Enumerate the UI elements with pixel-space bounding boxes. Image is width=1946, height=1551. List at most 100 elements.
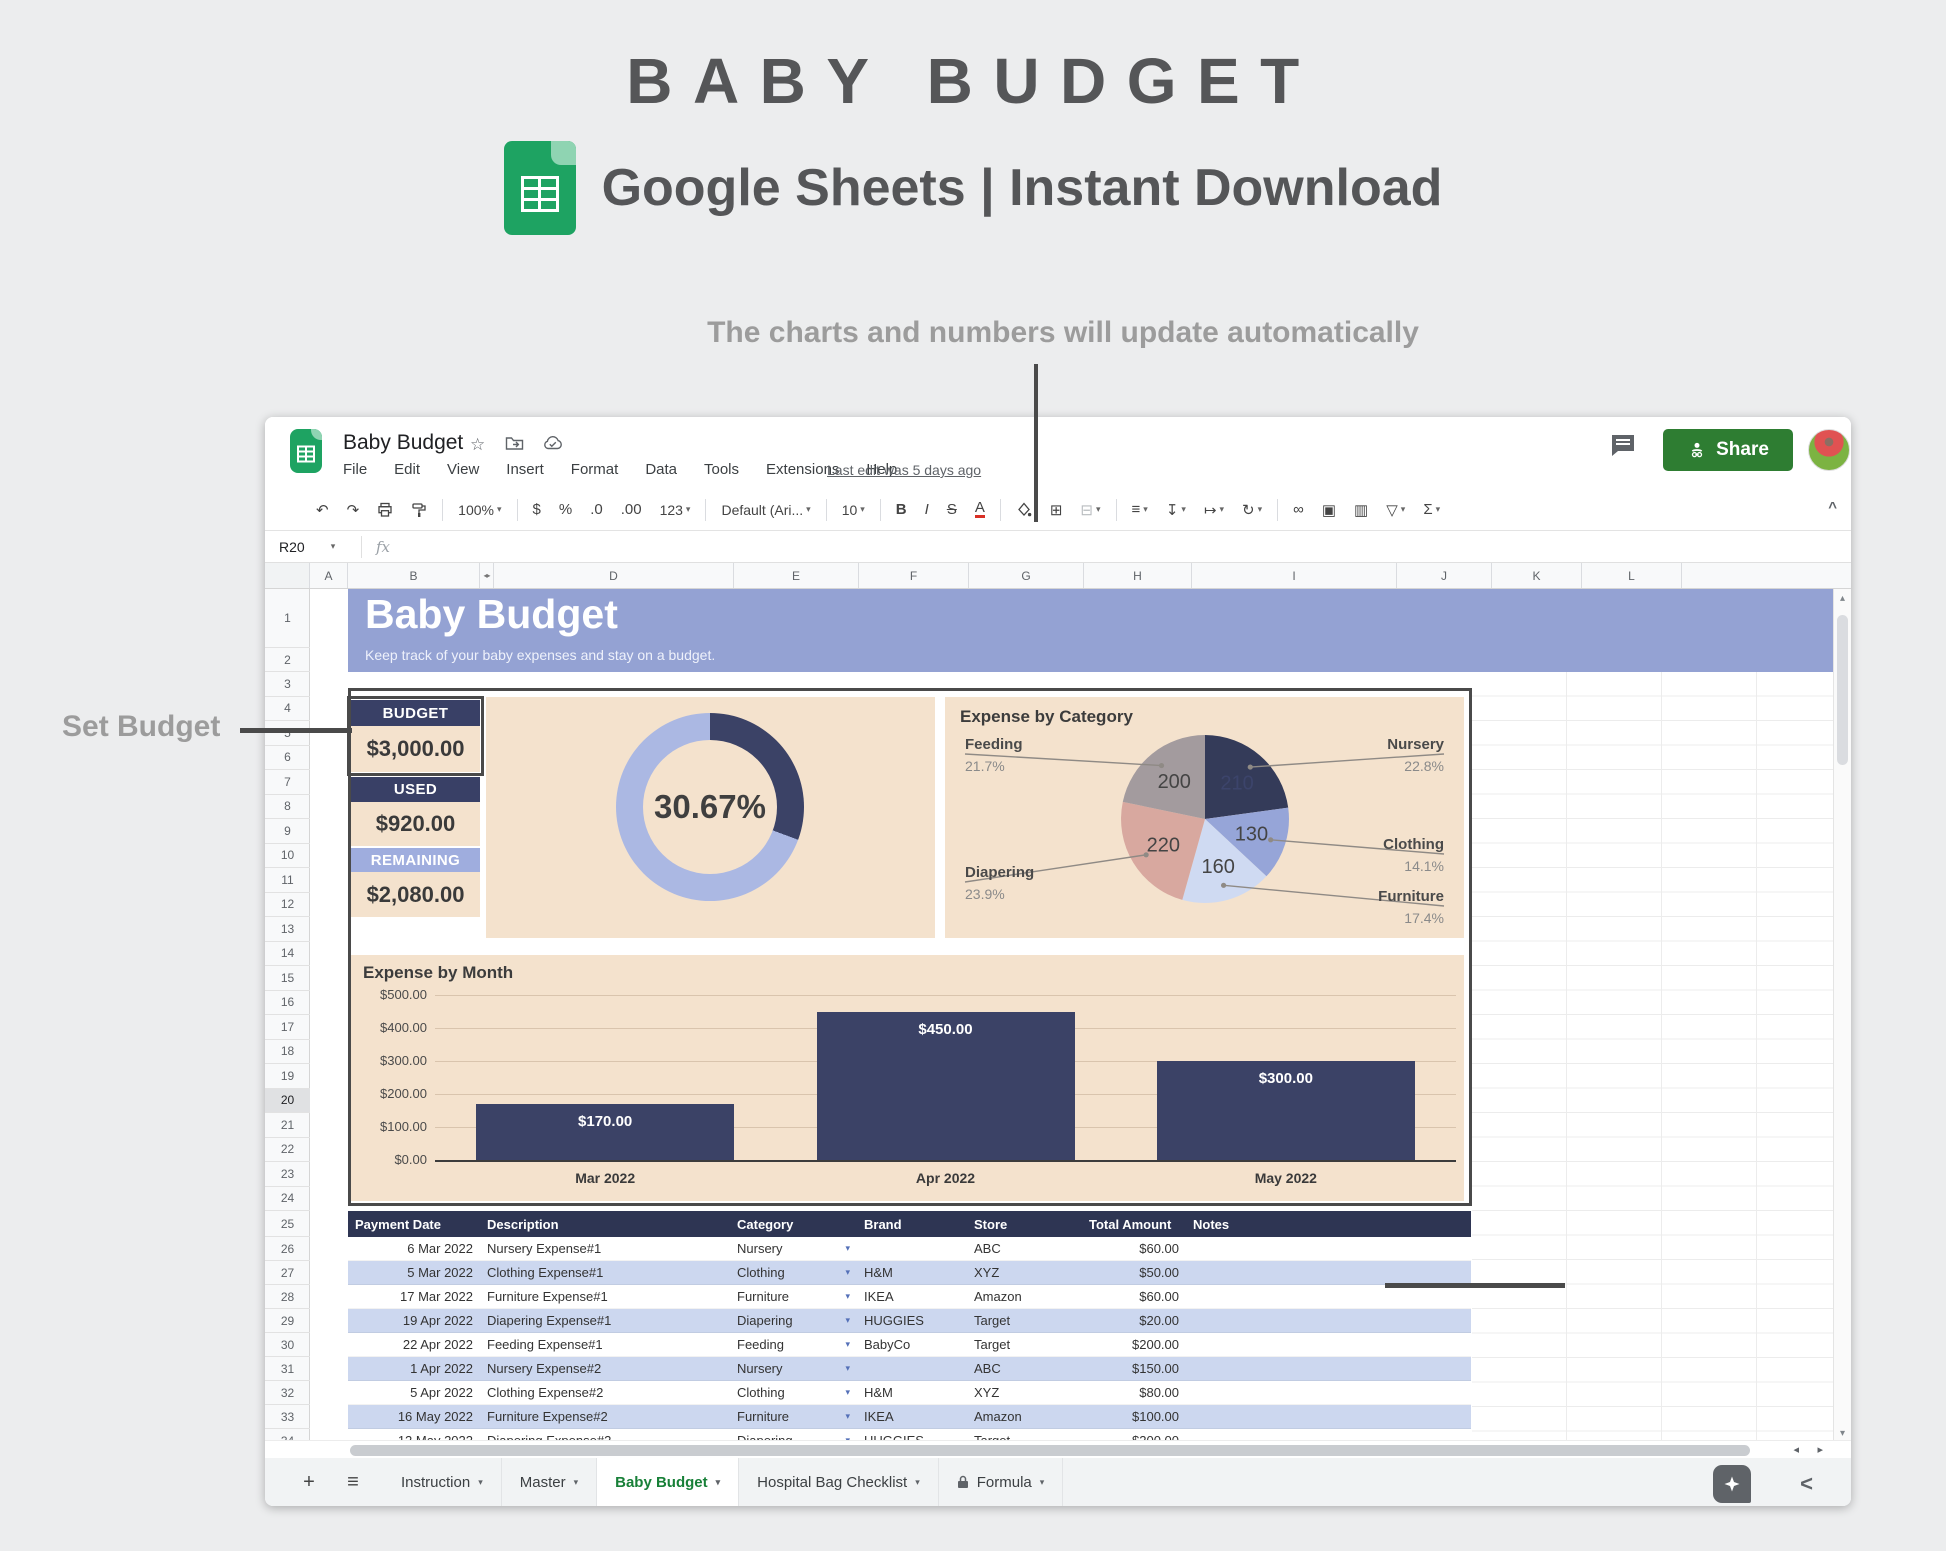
merge-cells-icon[interactable]: ⊟▾ [1071,495,1109,525]
cell-store[interactable]: ABC [967,1357,1082,1380]
row-header-5[interactable]: 5 [265,721,310,746]
row-header-30[interactable]: 30 [265,1333,310,1357]
zoom-selector[interactable]: 100%▾ [449,495,510,525]
row-header-27[interactable]: 27 [265,1261,310,1285]
functions-icon[interactable]: Σ▾ [1414,495,1449,525]
cell-store[interactable]: Amazon [967,1285,1082,1308]
category-dropdown-icon[interactable]: ▾ [845,1291,850,1302]
horizontal-scrollbar[interactable]: ◂ ▸ [265,1440,1851,1458]
cell-description[interactable]: Clothing Expense#2 [480,1381,730,1404]
cell-total-amount[interactable]: $80.00 [1082,1381,1186,1404]
cell-brand[interactable]: IKEA [857,1405,967,1428]
category-dropdown-icon[interactable]: ▾ [845,1363,850,1374]
cell-total-amount[interactable]: $150.00 [1082,1357,1186,1380]
tab-menu-icon[interactable]: ▾ [478,1477,483,1488]
cell-payment-date[interactable]: 19 Apr 2022 [348,1309,480,1332]
sheet-grid[interactable]: Baby Budget Keep track of your baby expe… [265,589,1851,1443]
account-avatar[interactable] [1808,429,1850,471]
tab-menu-icon[interactable]: ▾ [915,1477,920,1488]
paint-format-icon[interactable] [402,495,436,525]
menu-data[interactable]: Data [645,461,677,478]
cell-category[interactable]: Feeding▾ [730,1333,857,1356]
cell-total-amount[interactable]: $50.00 [1082,1261,1186,1284]
column-header-A[interactable]: A [310,563,348,588]
empty-cells-region[interactable] [1472,672,1833,1443]
row-header-3[interactable]: 3 [265,672,310,697]
scroll-right-icon[interactable]: ▸ [1817,1443,1823,1456]
row-header-32[interactable]: 32 [265,1381,310,1405]
column-header-B[interactable]: B [348,563,480,588]
name-box[interactable]: R20▾ [265,539,361,555]
table-row[interactable]: 1 Apr 2022Nursery Expense#2Nursery▾ ABC$1… [348,1357,1471,1381]
increase-decimal-icon[interactable]: .00 [612,495,651,525]
menu-view[interactable]: View [447,461,479,478]
comment-history-icon[interactable] [1610,433,1636,462]
cell-total-amount[interactable]: $60.00 [1082,1237,1186,1260]
horizontal-align-icon[interactable]: ≡▾ [1123,495,1157,525]
tab-master[interactable]: Master▾ [502,1458,597,1506]
row-header-21[interactable]: 21 [265,1113,310,1138]
row-header-17[interactable]: 17 [265,1015,310,1040]
cell-description[interactable]: Clothing Expense#1 [480,1261,730,1284]
cell-description[interactable]: Diapering Expense#1 [480,1309,730,1332]
column-header-F[interactable]: F [859,563,969,588]
strikethrough-icon[interactable]: S [938,495,966,525]
cell-store[interactable]: Target [967,1309,1082,1332]
table-row[interactable]: 5 Mar 2022Clothing Expense#1Clothing▾H&M… [348,1261,1471,1285]
row-header-16[interactable]: 16 [265,991,310,1016]
table-row[interactable]: 17 Mar 2022Furniture Expense#1Furniture▾… [348,1285,1471,1309]
add-sheet-button[interactable]: + [287,1458,331,1506]
cell-store[interactable]: ABC [967,1237,1082,1260]
cell-payment-date[interactable]: 1 Apr 2022 [348,1357,480,1380]
cell-payment-date[interactable]: 16 May 2022 [348,1405,480,1428]
tab-hospital-bag-checklist[interactable]: Hospital Bag Checklist▾ [739,1458,939,1506]
row-header-1[interactable]: 1 [265,589,310,648]
cell-store[interactable]: XYZ [967,1261,1082,1284]
row-header-12[interactable]: 12 [265,893,310,918]
row-header-23[interactable]: 23 [265,1162,310,1187]
cell-notes[interactable] [1186,1381,1471,1404]
cell-notes[interactable] [1186,1237,1471,1260]
undo-icon[interactable]: ↶ [307,495,338,525]
row-header-22[interactable]: 22 [265,1138,310,1163]
cell-total-amount[interactable]: $100.00 [1082,1405,1186,1428]
category-dropdown-icon[interactable]: ▾ [845,1339,850,1350]
tab-formula[interactable]: Formula▾ [939,1458,1064,1506]
cell-brand[interactable] [857,1237,967,1260]
grid-corner[interactable] [265,563,310,588]
column-header-K[interactable]: K [1492,563,1582,588]
format-percent-icon[interactable]: % [550,495,581,525]
vertical-scrollbar[interactable]: ▴ ▾ [1833,589,1851,1443]
tab-menu-icon[interactable]: ▾ [716,1477,721,1488]
row-header-24[interactable]: 24 [265,1187,310,1212]
table-row[interactable]: 19 Apr 2022Diapering Expense#1Diapering▾… [348,1309,1471,1333]
cell-payment-date[interactable]: 5 Apr 2022 [348,1381,480,1404]
row-header-8[interactable]: 8 [265,795,310,820]
cell-category[interactable]: Nursery▾ [730,1357,857,1380]
cell-category[interactable]: Diapering▾ [730,1309,857,1332]
cell-brand[interactable] [857,1357,967,1380]
insert-comment-icon[interactable]: ▣ [1313,495,1345,525]
tab-baby-budget[interactable]: Baby Budget▾ [597,1458,739,1506]
cell-category[interactable]: Nursery▾ [730,1237,857,1260]
table-row[interactable]: 22 Apr 2022Feeding Expense#1Feeding▾Baby… [348,1333,1471,1357]
text-rotation-icon[interactable]: ↻▾ [1233,495,1271,525]
cell-notes[interactable] [1186,1357,1471,1380]
cell-description[interactable]: Nursery Expense#2 [480,1357,730,1380]
cell-payment-date[interactable]: 17 Mar 2022 [348,1285,480,1308]
row-header-10[interactable]: 10 [265,844,310,869]
print-icon[interactable] [368,495,402,525]
cell-notes[interactable] [1186,1309,1471,1332]
vertical-scroll-thumb[interactable] [1837,615,1848,765]
text-wrap-icon[interactable]: ↦▾ [1195,495,1233,525]
cell-brand[interactable]: H&M [857,1381,967,1404]
decrease-decimal-icon[interactable]: .0 [581,495,612,525]
horizontal-scroll-thumb[interactable] [350,1445,1750,1456]
tab-instruction[interactable]: Instruction▾ [383,1458,502,1506]
cell-description[interactable]: Furniture Expense#1 [480,1285,730,1308]
create-filter-icon[interactable]: ▽▾ [1377,495,1414,525]
italic-icon[interactable]: I [916,495,938,525]
cell-notes[interactable] [1186,1333,1471,1356]
scroll-left-icon[interactable]: ◂ [1793,1443,1799,1456]
collapsed-columns-marker[interactable]: ◂▸ [480,563,494,588]
